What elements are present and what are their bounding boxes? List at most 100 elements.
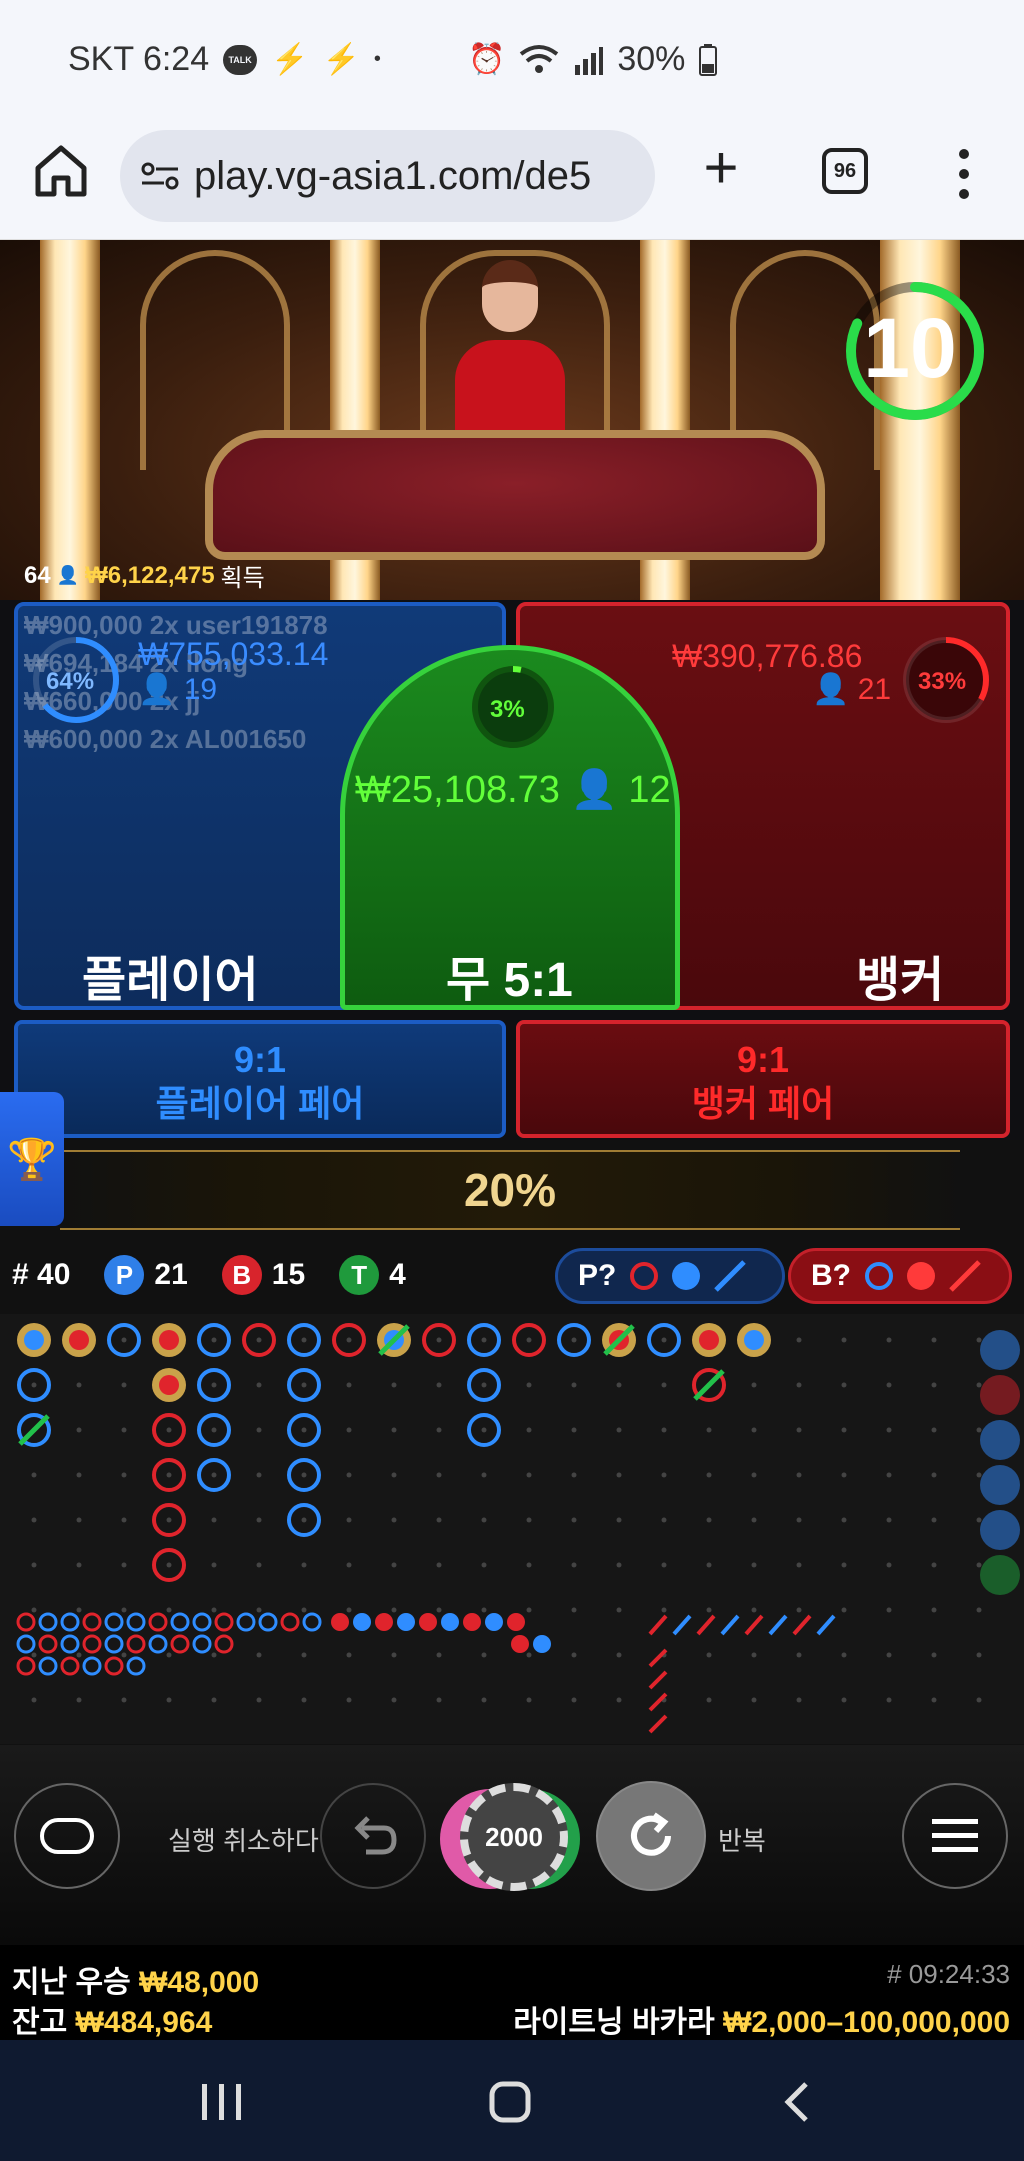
grid-dot <box>751 1472 757 1478</box>
grid-dot <box>301 1472 307 1478</box>
grid-dot <box>931 1652 937 1658</box>
home-nav-icon[interactable] <box>488 2080 532 2124</box>
grid-dot <box>931 1382 937 1388</box>
grid-dot <box>346 1562 352 1568</box>
predict-banker-button[interactable]: B? <box>788 1248 1012 1304</box>
bet-limits: ₩2,000–100,000,000 <box>723 2006 1010 2039</box>
winners-banner: 64 👤 ₩6,122,475 획득 <box>24 558 265 593</box>
grid-dot <box>256 1517 262 1523</box>
grid-dot <box>526 1562 532 1568</box>
site-settings-icon[interactable] <box>140 161 180 191</box>
grid-dot <box>301 1517 307 1523</box>
banker-pool: ₩390,776.86 <box>672 638 863 674</box>
roadmap-scoreboard[interactable] <box>0 1314 1024 1744</box>
grid-dot <box>346 1337 352 1343</box>
footer-info: 지난 우승 ₩48,000 잔고 ₩484,964 # 09:24:33 라이트… <box>0 1945 1024 2040</box>
small-road-marker <box>126 1634 146 1654</box>
battery-icon <box>699 43 718 76</box>
grid-dot <box>931 1472 937 1478</box>
new-tab-button[interactable]: + <box>690 138 752 202</box>
player-count-value: 19 <box>183 673 218 706</box>
tie-percent: 3% <box>490 696 525 723</box>
chip-selector[interactable]: 2000 <box>440 1781 580 1893</box>
bead-road-marker <box>463 1613 481 1631</box>
small-road-marker <box>104 1656 124 1676</box>
grid-dot <box>706 1472 712 1478</box>
winners-suffix: 획득 <box>220 565 265 592</box>
trophy-icon[interactable]: 🏆 <box>0 1092 64 1226</box>
signal-icon <box>575 46 604 75</box>
undo-button[interactable] <box>320 1783 426 1889</box>
grid-dot <box>886 1472 892 1478</box>
bead-road-marker <box>533 1635 551 1653</box>
browser-toolbar: play.vg-asia1.com/de5 + 96 <box>0 118 1024 240</box>
grid-dot <box>391 1427 397 1433</box>
url-text: play.vg-asia1.com/de5 <box>194 153 592 198</box>
small-road-marker <box>60 1612 80 1632</box>
balance-label: 잔고 <box>12 2006 68 2039</box>
grid-dot <box>886 1517 892 1523</box>
player-pool: ₩755,033.14 <box>138 636 329 672</box>
grid-dot <box>76 1652 82 1658</box>
grid-dot <box>481 1427 487 1433</box>
player-pair-bet-spot[interactable]: 9:1 플레이어 페어 <box>14 1020 506 1138</box>
grid-dot <box>616 1517 622 1523</box>
url-bar[interactable]: play.vg-asia1.com/de5 <box>120 130 655 222</box>
tab-switcher-button[interactable]: 96 <box>822 148 868 194</box>
grid-dot <box>481 1337 487 1343</box>
banker-pair-bet-spot[interactable]: 9:1 뱅커 페어 <box>516 1020 1010 1138</box>
repeat-label: 반복 <box>718 1826 766 1856</box>
grid-dot <box>886 1382 892 1388</box>
grid-dot <box>31 1652 37 1658</box>
grid-dot <box>76 1427 82 1433</box>
grid-dot <box>121 1562 127 1568</box>
banker-badge-icon: B <box>221 1255 262 1295</box>
grid-dot <box>841 1652 847 1658</box>
grid-dot <box>751 1517 757 1523</box>
talk-badge-text: TALK <box>228 54 252 65</box>
grid-dot <box>571 1382 577 1388</box>
grid-dot <box>301 1697 307 1703</box>
banker-wins: B 15 <box>221 1255 305 1295</box>
home-icon[interactable] <box>30 140 92 202</box>
menu-button[interactable] <box>902 1783 1008 1889</box>
cockroach-road-mark <box>648 1614 668 1636</box>
grid-dot <box>436 1382 442 1388</box>
grid-dot <box>166 1472 172 1478</box>
person-icon: 👤 <box>56 565 80 585</box>
roadmap-marker <box>159 1375 179 1395</box>
grid-dot <box>211 1517 217 1523</box>
grid-dot <box>931 1697 937 1703</box>
chip-selected[interactable]: 2000 <box>460 1783 568 1891</box>
grid-dot <box>571 1607 577 1613</box>
small-road-marker <box>214 1612 234 1632</box>
grid-dot <box>706 1697 712 1703</box>
carrier-time: SKT 6:24 <box>68 40 210 78</box>
grid-dot <box>256 1472 262 1478</box>
grid-dot <box>616 1427 622 1433</box>
grid-dot <box>571 1652 577 1658</box>
grid-dot <box>526 1652 532 1658</box>
back-icon[interactable] <box>780 2080 816 2124</box>
tie-pool: ₩25,108.73 👤 12 <box>355 769 671 811</box>
lightning-icon: ⚡ <box>271 43 309 76</box>
grid-dot <box>211 1472 217 1478</box>
grid-dot <box>256 1607 262 1613</box>
grid-dot <box>796 1517 802 1523</box>
predict-player-button[interactable]: P? <box>555 1248 785 1304</box>
more-menu-icon[interactable] <box>944 144 984 204</box>
repeat-button[interactable] <box>596 1781 706 1891</box>
recent-apps-icon[interactable] <box>200 2082 244 2122</box>
grid-dot <box>571 1697 577 1703</box>
banker-count: 👤 21 <box>812 673 892 706</box>
tie-title: 무 5:1 <box>446 954 573 1007</box>
small-road-marker <box>104 1634 124 1654</box>
status-right: ⏰ 30% <box>468 40 718 79</box>
grid-dot <box>481 1562 487 1568</box>
player-count: 👤 19 <box>138 673 218 706</box>
next-prediction-badge <box>980 1465 1020 1505</box>
chat-toggle-button[interactable] <box>14 1783 120 1889</box>
grid-dot <box>76 1472 82 1478</box>
grid-dot <box>256 1337 262 1343</box>
grid-dot <box>526 1472 532 1478</box>
